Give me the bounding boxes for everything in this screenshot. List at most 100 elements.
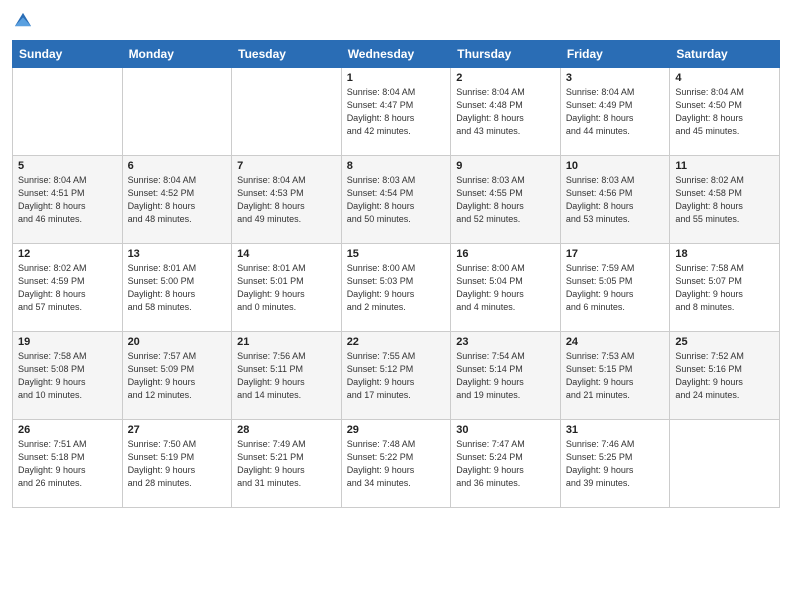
- calendar-cell: 19Sunrise: 7:58 AM Sunset: 5:08 PM Dayli…: [13, 332, 123, 420]
- day-info: Sunrise: 7:57 AM Sunset: 5:09 PM Dayligh…: [128, 350, 227, 402]
- calendar-day-header: Monday: [122, 41, 232, 68]
- calendar-day-header: Thursday: [451, 41, 561, 68]
- calendar-cell: 1 Sunrise: 8:04 AM Sunset: 4:47 PM Daylig…: [341, 68, 451, 156]
- calendar-cell: 31Sunrise: 7:46 AM Sunset: 5:25 PM Dayli…: [560, 420, 670, 508]
- day-number: 24: [566, 336, 665, 348]
- day-number: 8: [347, 160, 446, 172]
- calendar-cell: 30 Sunrise: 7:47 AM Sunset: 5:24 PM Dayli…: [451, 420, 561, 508]
- day-number: 5: [18, 160, 117, 172]
- calendar-cell: 2 Sunrise: 8:04 AM Sunset: 4:48 PM Daylig…: [451, 68, 561, 156]
- day-number: 2: [456, 72, 555, 84]
- calendar-cell: 27 Sunrise: 7:50 AM Sunset: 5:19 PM Dayli…: [122, 420, 232, 508]
- day-info: Sunrise: 7:59 AM Sunset: 5:05 PM Dayligh…: [566, 262, 665, 314]
- calendar-cell: 16Sunrise: 8:00 AM Sunset: 5:04 PM Dayli…: [451, 244, 561, 332]
- calendar-cell: 8Sunrise: 8:03 AM Sunset: 4:54 PM Daylig…: [341, 156, 451, 244]
- day-number: 15: [347, 248, 446, 260]
- calendar-cell: 25 Sunrise: 7:52 AM Sunset: 5:16 PM Dayli…: [670, 332, 780, 420]
- calendar-week-row: 5 Sunrise: 8:04 AM Sunset: 4:51 PM Daylig…: [13, 156, 780, 244]
- day-info: Sunrise: 7:51 AM Sunset: 5:18 PM Dayligh…: [18, 438, 117, 490]
- logo: [12, 10, 36, 32]
- day-number: 20: [128, 336, 227, 348]
- calendar-header-row: SundayMondayTuesdayWednesdayThursdayFrid…: [13, 41, 780, 68]
- day-number: 29: [347, 424, 446, 436]
- day-info: Sunrise: 7:48 AM Sunset: 5:22 PM Dayligh…: [347, 438, 446, 490]
- calendar-cell: [670, 420, 780, 508]
- calendar-cell: 6Sunrise: 8:04 AM Sunset: 4:52 PM Daylig…: [122, 156, 232, 244]
- day-number: 26: [18, 424, 117, 436]
- calendar-day-header: Sunday: [13, 41, 123, 68]
- calendar-cell: 10 Sunrise: 8:03 AM Sunset: 4:56 PM Dayli…: [560, 156, 670, 244]
- day-info: Sunrise: 8:02 AM Sunset: 4:58 PM Dayligh…: [675, 174, 774, 226]
- day-number: 25: [675, 336, 774, 348]
- calendar-day-header: Wednesday: [341, 41, 451, 68]
- day-number: 10: [566, 160, 665, 172]
- calendar-cell: 7 Sunrise: 8:04 AM Sunset: 4:53 PM Daylig…: [232, 156, 342, 244]
- calendar-cell: 4 Sunrise: 8:04 AM Sunset: 4:50 PM Daylig…: [670, 68, 780, 156]
- day-info: Sunrise: 7:53 AM Sunset: 5:15 PM Dayligh…: [566, 350, 665, 402]
- day-number: 22: [347, 336, 446, 348]
- calendar-day-header: Tuesday: [232, 41, 342, 68]
- day-info: Sunrise: 8:03 AM Sunset: 4:55 PM Dayligh…: [456, 174, 555, 226]
- calendar-cell: 20 Sunrise: 7:57 AM Sunset: 5:09 PM Dayli…: [122, 332, 232, 420]
- calendar-cell: 28Sunrise: 7:49 AM Sunset: 5:21 PM Dayli…: [232, 420, 342, 508]
- day-info: Sunrise: 7:58 AM Sunset: 5:07 PM Dayligh…: [675, 262, 774, 314]
- day-number: 31: [566, 424, 665, 436]
- day-info: Sunrise: 7:54 AM Sunset: 5:14 PM Dayligh…: [456, 350, 555, 402]
- day-number: 30: [456, 424, 555, 436]
- day-number: 23: [456, 336, 555, 348]
- day-number: 21: [237, 336, 336, 348]
- logo-icon: [12, 10, 34, 32]
- day-number: 14: [237, 248, 336, 260]
- calendar-cell: [122, 68, 232, 156]
- day-number: 12: [18, 248, 117, 260]
- calendar-cell: 14 Sunrise: 8:01 AM Sunset: 5:01 PM Dayli…: [232, 244, 342, 332]
- day-number: 7: [237, 160, 336, 172]
- calendar-week-row: 12 Sunrise: 8:02 AM Sunset: 4:59 PM Dayli…: [13, 244, 780, 332]
- calendar-cell: [232, 68, 342, 156]
- calendar-cell: 13 Sunrise: 8:01 AM Sunset: 5:00 PM Dayli…: [122, 244, 232, 332]
- calendar-table: SundayMondayTuesdayWednesdayThursdayFrid…: [12, 40, 780, 508]
- day-info: Sunrise: 7:49 AM Sunset: 5:21 PM Dayligh…: [237, 438, 336, 490]
- day-info: Sunrise: 8:03 AM Sunset: 4:56 PM Dayligh…: [566, 174, 665, 226]
- day-info: Sunrise: 8:04 AM Sunset: 4:48 PM Dayligh…: [456, 86, 555, 138]
- calendar-cell: 5 Sunrise: 8:04 AM Sunset: 4:51 PM Daylig…: [13, 156, 123, 244]
- day-number: 13: [128, 248, 227, 260]
- day-info: Sunrise: 7:52 AM Sunset: 5:16 PM Dayligh…: [675, 350, 774, 402]
- day-number: 6: [128, 160, 227, 172]
- header: [12, 10, 780, 32]
- day-info: Sunrise: 8:01 AM Sunset: 5:00 PM Dayligh…: [128, 262, 227, 314]
- calendar-cell: [13, 68, 123, 156]
- day-info: Sunrise: 8:04 AM Sunset: 4:49 PM Dayligh…: [566, 86, 665, 138]
- page: SundayMondayTuesdayWednesdayThursdayFrid…: [0, 0, 792, 520]
- day-info: Sunrise: 7:58 AM Sunset: 5:08 PM Dayligh…: [18, 350, 117, 402]
- calendar-cell: 3 Sunrise: 8:04 AM Sunset: 4:49 PM Daylig…: [560, 68, 670, 156]
- day-info: Sunrise: 8:04 AM Sunset: 4:47 PM Dayligh…: [347, 86, 446, 138]
- calendar-cell: 22 Sunrise: 7:55 AM Sunset: 5:12 PM Dayli…: [341, 332, 451, 420]
- calendar-cell: 9 Sunrise: 8:03 AM Sunset: 4:55 PM Daylig…: [451, 156, 561, 244]
- day-info: Sunrise: 8:04 AM Sunset: 4:50 PM Dayligh…: [675, 86, 774, 138]
- day-info: Sunrise: 8:04 AM Sunset: 4:53 PM Dayligh…: [237, 174, 336, 226]
- calendar-cell: 12 Sunrise: 8:02 AM Sunset: 4:59 PM Dayli…: [13, 244, 123, 332]
- day-info: Sunrise: 8:01 AM Sunset: 5:01 PM Dayligh…: [237, 262, 336, 314]
- day-info: Sunrise: 7:50 AM Sunset: 5:19 PM Dayligh…: [128, 438, 227, 490]
- day-info: Sunrise: 8:00 AM Sunset: 5:03 PM Dayligh…: [347, 262, 446, 314]
- day-info: Sunrise: 7:55 AM Sunset: 5:12 PM Dayligh…: [347, 350, 446, 402]
- day-number: 16: [456, 248, 555, 260]
- calendar-cell: 29 Sunrise: 7:48 AM Sunset: 5:22 PM Dayli…: [341, 420, 451, 508]
- calendar-cell: 24 Sunrise: 7:53 AM Sunset: 5:15 PM Dayli…: [560, 332, 670, 420]
- calendar-cell: 26 Sunrise: 7:51 AM Sunset: 5:18 PM Dayli…: [13, 420, 123, 508]
- day-number: 1: [347, 72, 446, 84]
- calendar-week-row: 19Sunrise: 7:58 AM Sunset: 5:08 PM Dayli…: [13, 332, 780, 420]
- day-number: 3: [566, 72, 665, 84]
- day-info: Sunrise: 7:47 AM Sunset: 5:24 PM Dayligh…: [456, 438, 555, 490]
- calendar-cell: 15 Sunrise: 8:00 AM Sunset: 5:03 PM Dayli…: [341, 244, 451, 332]
- calendar-cell: 23 Sunrise: 7:54 AM Sunset: 5:14 PM Dayli…: [451, 332, 561, 420]
- day-info: Sunrise: 8:02 AM Sunset: 4:59 PM Dayligh…: [18, 262, 117, 314]
- day-number: 27: [128, 424, 227, 436]
- calendar-day-header: Saturday: [670, 41, 780, 68]
- calendar-cell: 21Sunrise: 7:56 AM Sunset: 5:11 PM Dayli…: [232, 332, 342, 420]
- day-info: Sunrise: 8:04 AM Sunset: 4:51 PM Dayligh…: [18, 174, 117, 226]
- day-number: 9: [456, 160, 555, 172]
- day-number: 4: [675, 72, 774, 84]
- calendar-cell: 18Sunrise: 7:58 AM Sunset: 5:07 PM Dayli…: [670, 244, 780, 332]
